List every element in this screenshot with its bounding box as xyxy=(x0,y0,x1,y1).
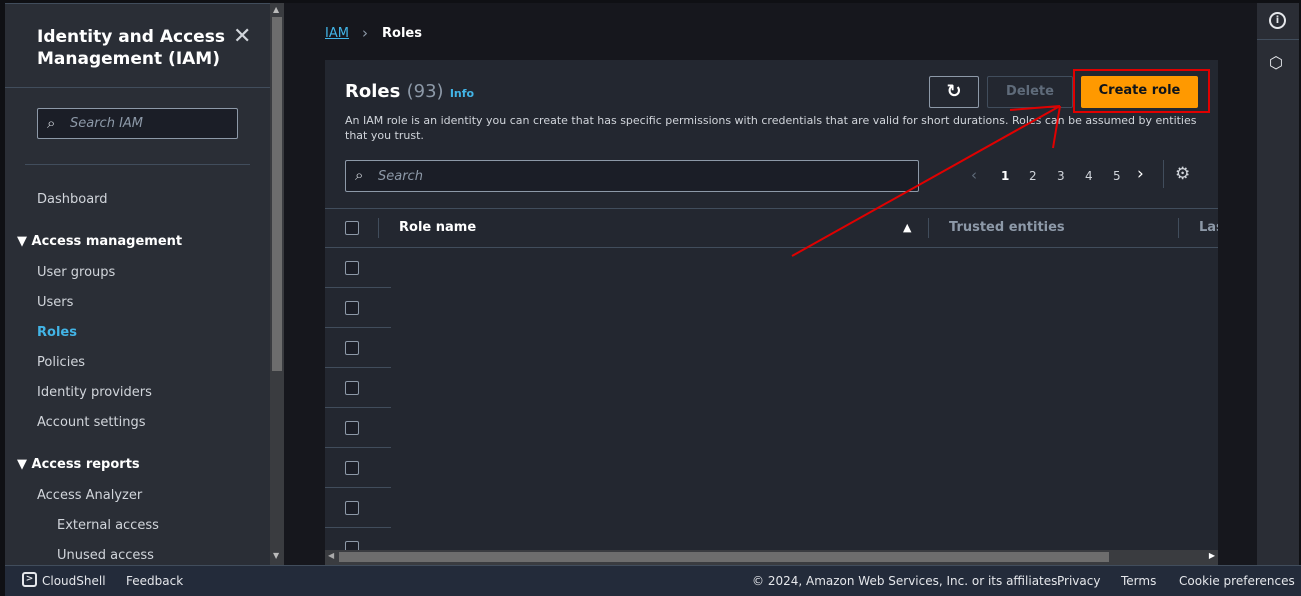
row-checkbox[interactable] xyxy=(345,421,359,435)
divider xyxy=(1163,160,1164,188)
search-placeholder: Search xyxy=(378,169,423,184)
terms-link[interactable]: Terms xyxy=(1121,574,1156,588)
sidebar: Identity and Access Management (IAM) ✕ ⌕… xyxy=(5,3,270,565)
cloudshell-link[interactable]: CloudShell xyxy=(42,574,106,588)
divider xyxy=(5,87,270,88)
section-label: Access management xyxy=(31,234,183,249)
sidebar-item-users[interactable]: Users xyxy=(37,295,73,310)
column-divider xyxy=(378,218,379,238)
info-icon[interactable]: i xyxy=(1269,12,1286,29)
page-5[interactable]: 5 xyxy=(1113,169,1121,183)
page-1[interactable]: 1 xyxy=(1001,169,1009,183)
feedback-link[interactable]: Feedback xyxy=(126,574,183,588)
roles-title: Roles xyxy=(345,81,401,102)
refresh-icon: ↻ xyxy=(946,81,962,102)
row-checkbox[interactable] xyxy=(345,381,359,395)
sidebar-item-identity-providers[interactable]: Identity providers xyxy=(37,385,152,400)
roles-search-input[interactable]: ⌕ Search xyxy=(345,160,919,192)
section-access-management[interactable]: ▼ Access management xyxy=(17,234,182,249)
sidebar-item-policies[interactable]: Policies xyxy=(37,355,85,370)
cookie-preferences-link[interactable]: Cookie preferences xyxy=(1179,574,1295,588)
info-link[interactable]: Info xyxy=(450,87,474,100)
next-page-icon[interactable]: › xyxy=(1137,164,1144,184)
cloudshell-icon: > xyxy=(22,572,37,587)
sidebar-item-unused-access[interactable]: Unused access xyxy=(57,548,154,563)
table-row[interactable] xyxy=(325,248,391,288)
page-4[interactable]: 4 xyxy=(1085,169,1093,183)
sidebar-title: Identity and Access Management (IAM) xyxy=(37,27,225,69)
sidebar-item-access-analyzer[interactable]: Access Analyzer xyxy=(37,488,142,503)
privacy-link[interactable]: Privacy xyxy=(1057,574,1100,588)
divider xyxy=(325,208,1218,209)
select-all-checkbox[interactable] xyxy=(345,221,359,235)
footer: > CloudShell Feedback © 2024, Amazon Web… xyxy=(5,565,1301,596)
section-label: Access reports xyxy=(31,457,140,472)
settings-gear-icon[interactable]: ⚙ xyxy=(1175,164,1190,184)
caret-down-icon: ▼ xyxy=(17,457,32,472)
roles-table-container: Roles (93) Info An IAM role is an identi… xyxy=(325,60,1218,565)
breadcrumb-iam[interactable]: IAM xyxy=(325,26,349,41)
column-last-activity[interactable]: Las xyxy=(1199,220,1218,235)
delete-button[interactable]: Delete xyxy=(987,76,1073,108)
divider xyxy=(325,247,1218,248)
refresh-button[interactable]: ↻ xyxy=(929,76,979,108)
right-utility-panel: i ⬡ xyxy=(1257,3,1299,565)
divider xyxy=(25,164,250,165)
sidebar-item-user-groups[interactable]: User groups xyxy=(37,265,115,280)
scroll-down-icon[interactable]: ▼ xyxy=(273,551,279,560)
row-checkbox[interactable] xyxy=(345,261,359,275)
table-row[interactable] xyxy=(325,368,391,408)
sidebar-item-dashboard[interactable]: Dashboard xyxy=(37,192,108,207)
breadcrumb-current: Roles xyxy=(382,26,422,41)
column-divider xyxy=(928,218,929,238)
scroll-thumb[interactable] xyxy=(272,17,282,371)
column-divider xyxy=(1178,218,1179,238)
column-trusted-entities[interactable]: Trusted entities xyxy=(949,220,1065,235)
table-row[interactable] xyxy=(325,408,391,448)
page-2[interactable]: 2 xyxy=(1029,169,1037,183)
tutorials-icon[interactable]: ⬡ xyxy=(1269,53,1283,72)
section-access-reports[interactable]: ▼ Access reports xyxy=(17,457,140,472)
scroll-right-icon[interactable]: ▶ xyxy=(1209,551,1215,560)
sidebar-item-account-settings[interactable]: Account settings xyxy=(37,415,145,430)
prev-page-icon[interactable]: ‹ xyxy=(971,166,977,184)
row-checkbox[interactable] xyxy=(345,501,359,515)
column-role-name[interactable]: Role name xyxy=(399,220,476,235)
search-icon: ⌕ xyxy=(47,114,56,132)
close-icon[interactable]: ✕ xyxy=(233,24,251,49)
table-row[interactable] xyxy=(325,488,391,528)
sidebar-item-external-access[interactable]: External access xyxy=(57,518,159,533)
row-checkbox[interactable] xyxy=(345,301,359,315)
table-row[interactable] xyxy=(325,288,391,328)
sort-ascending-icon[interactable]: ▲ xyxy=(903,221,911,234)
copyright-text: © 2024, Amazon Web Services, Inc. or its… xyxy=(752,574,1062,588)
roles-description: An IAM role is an identity you can creat… xyxy=(345,114,1197,142)
row-checkbox[interactable] xyxy=(345,461,359,475)
scroll-up-icon[interactable]: ▲ xyxy=(273,5,279,14)
horizontal-scrollbar[interactable]: ◀ ▶ xyxy=(325,550,1218,565)
roles-count: (93) xyxy=(406,81,444,102)
page-3[interactable]: 3 xyxy=(1057,169,1065,183)
table-row[interactable] xyxy=(325,328,391,368)
search-placeholder: Search IAM xyxy=(70,116,144,131)
chevron-right-icon: › xyxy=(362,24,368,42)
table-row[interactable] xyxy=(325,448,391,488)
create-role-button[interactable]: Create role xyxy=(1081,76,1198,108)
page-title: Roles (93) Info xyxy=(345,81,474,102)
scroll-left-icon[interactable]: ◀ xyxy=(328,551,334,560)
search-icon: ⌕ xyxy=(355,166,364,184)
sidebar-scrollbar[interactable]: ▲ ▼ xyxy=(270,3,284,565)
caret-down-icon: ▼ xyxy=(17,234,32,249)
sidebar-item-roles[interactable]: Roles xyxy=(37,325,77,340)
divider xyxy=(1257,39,1299,40)
row-checkbox[interactable] xyxy=(345,341,359,355)
scroll-thumb[interactable] xyxy=(339,552,1109,562)
sidebar-search-input[interactable]: ⌕ Search IAM xyxy=(37,108,238,139)
